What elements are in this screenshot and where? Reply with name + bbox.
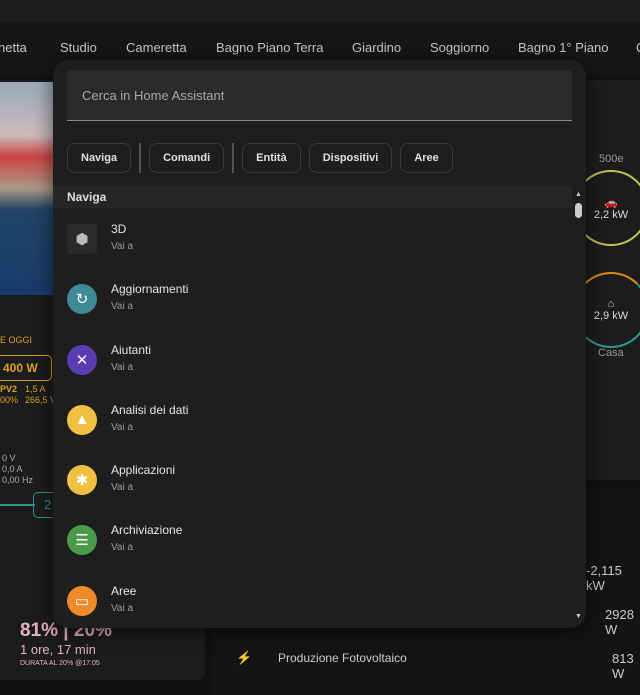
- power-value: 400 W: [3, 361, 38, 375]
- chip-divider: [232, 143, 235, 173]
- pv2-label: PV2: [0, 384, 18, 394]
- row-value: -2,115 kW: [586, 563, 622, 593]
- shapes-icon: ▲: [67, 404, 97, 435]
- chip-comandi[interactable]: Comandi: [149, 143, 225, 173]
- grid-frequency: 0,00 Hz: [2, 475, 34, 485]
- current-value: 1,5 A: [25, 384, 46, 394]
- scroll-down-icon[interactable]: ▼: [575, 613, 582, 620]
- list-item[interactable]: ✕ Aiutanti Vai a: [53, 330, 572, 390]
- tab-area[interactable]: Studio: [60, 40, 97, 55]
- tab-area[interactable]: netta: [0, 40, 27, 55]
- chip-dispositivi[interactable]: Dispositivi: [308, 143, 393, 173]
- search-input[interactable]: Cerca in Home Assistant: [67, 70, 572, 121]
- item-subtitle: Vai a: [111, 482, 134, 494]
- power-box: 400 W: [0, 355, 52, 381]
- row-label: Produzione Fotovoltaico: [278, 651, 407, 665]
- section-header: Naviga: [53, 186, 572, 208]
- solar-power-icon: ⚡: [236, 650, 253, 665]
- item-subtitle: Vai a: [111, 301, 134, 313]
- battery-duration: 1 ore, 17 min: [20, 642, 96, 657]
- top-bar: [0, 0, 640, 22]
- list-item[interactable]: ☰ Archiviazione Vai a: [53, 510, 572, 570]
- chip-entita[interactable]: Entità: [242, 143, 301, 173]
- car-power: 2,2 kW: [593, 208, 629, 221]
- sofa-icon: ▭: [67, 585, 97, 616]
- home-icon: ⌂: [607, 298, 615, 310]
- car-icon: 🚗: [604, 196, 618, 209]
- house-photo: [0, 82, 55, 295]
- chip-divider: [139, 143, 142, 173]
- tab-area[interactable]: Soggiorno: [430, 40, 489, 55]
- item-subtitle: Vai a: [111, 241, 134, 252]
- quick-bar-dialog: Cerca in Home Assistant Naviga Comandi E…: [53, 60, 586, 628]
- scrollbar[interactable]: ▲ ▼: [574, 191, 584, 623]
- scrollbar-thumb[interactable]: [575, 203, 582, 218]
- pv2-pct: 00%: [0, 395, 19, 405]
- grid-current: 0,0 A: [2, 464, 23, 474]
- item-title: Aiutanti: [111, 342, 152, 357]
- list-item[interactable]: ▭ Aree Vai a: [53, 571, 572, 628]
- list-item[interactable]: ✱ Applicazioni Vai a: [53, 450, 572, 510]
- tab-area[interactable]: Giardino: [352, 40, 401, 55]
- inverter-value: 2: [44, 497, 52, 512]
- item-subtitle: Vai a: [111, 361, 134, 373]
- today-label: E OGGI: [0, 335, 33, 345]
- home-label: Casa: [598, 347, 624, 359]
- item-subtitle: Vai a: [111, 602, 134, 614]
- database-icon: ☰: [67, 525, 97, 556]
- filter-chips: Naviga Comandi Entità Dispositivi Aree: [67, 143, 453, 173]
- item-title: Applicazioni: [111, 463, 176, 478]
- update-icon: ↻: [67, 284, 97, 315]
- flow-line: [0, 504, 35, 506]
- scroll-up-icon[interactable]: ▲: [575, 191, 582, 198]
- search-placeholder: Cerca in Home Assistant: [82, 88, 225, 103]
- item-subtitle: Vai a: [111, 542, 134, 554]
- voltage-value: 266,5 V: [25, 395, 57, 405]
- row-value: 813 W: [612, 651, 634, 681]
- list-item[interactable]: ⬢ 3D Vai a: [53, 209, 572, 269]
- row-value: 2928 W: [605, 607, 634, 637]
- list-item[interactable]: ▲ Analisi dei dati Vai a: [53, 390, 572, 450]
- list-item[interactable]: ↻ Aggiornamenti Vai a: [53, 269, 572, 329]
- tools-icon: ✕: [67, 344, 97, 375]
- chip-naviga[interactable]: Naviga: [67, 143, 132, 173]
- puzzle-icon: ✱: [67, 465, 97, 496]
- item-title: Archiviazione: [111, 523, 183, 538]
- tab-area[interactable]: Cameretta: [126, 40, 187, 55]
- grid-voltage: 0 V: [2, 453, 16, 463]
- home-power: 2,9 kW: [593, 310, 629, 322]
- car-label: 500e: [599, 153, 624, 165]
- tab-area[interactable]: Bagno 1° Piano: [518, 40, 609, 55]
- item-title: Aggiornamenti: [111, 282, 189, 297]
- item-title: 3D: [111, 222, 127, 236]
- tab-area[interactable]: C: [636, 40, 640, 55]
- item-title: Aree: [111, 583, 137, 598]
- item-title: Analisi dei dati: [111, 402, 189, 417]
- battery-duration-label: DURATA AL 20% @17:05: [20, 660, 100, 667]
- tab-area[interactable]: Bagno Piano Terra: [216, 40, 323, 55]
- chip-aree[interactable]: Aree: [400, 143, 453, 173]
- results-list: ⬢ 3D Vai a ↻ Aggiornamenti Vai a ✕ Aiutant…: [53, 209, 572, 628]
- item-subtitle: Vai a: [111, 421, 134, 433]
- 3d-cube-icon: ⬢: [67, 224, 97, 254]
